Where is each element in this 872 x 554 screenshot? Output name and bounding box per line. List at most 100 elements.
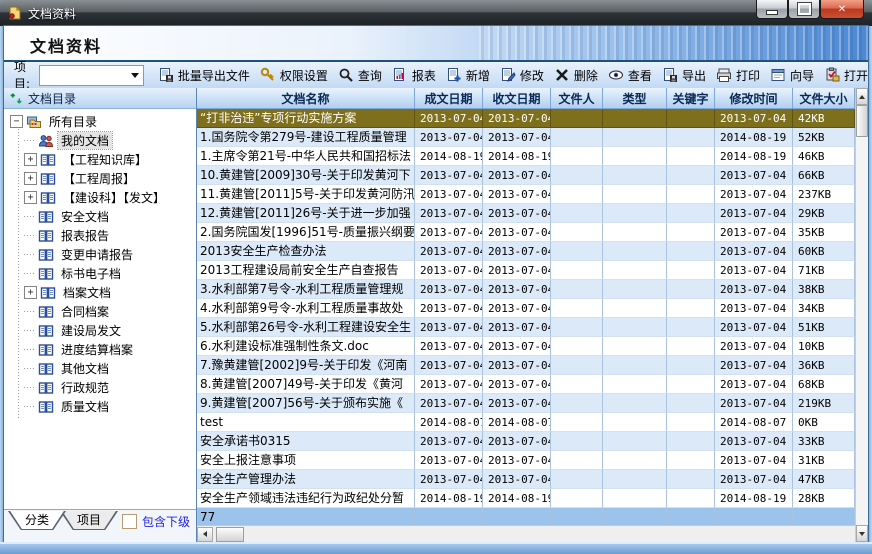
- toolbar-button-search[interactable]: 查询: [338, 67, 382, 84]
- table-row[interactable]: 4.水利部第9号令-水利工程质量事故处2013-07-042013-07-042…: [197, 299, 855, 318]
- tree-item[interactable]: 建设局发文: [4, 321, 196, 340]
- refresh-icon[interactable]: [10, 92, 23, 105]
- cell: [603, 280, 667, 299]
- table-row[interactable]: 2013工程建设局前安全生产自查报告2013-07-042013-07-0420…: [197, 261, 855, 280]
- sidebar-header: 文档目录: [4, 88, 196, 109]
- table-row[interactable]: test2014-08-072014-08-072014-08-070KB: [197, 413, 855, 432]
- column-header-1[interactable]: 成文日期: [415, 88, 483, 108]
- cell: [667, 223, 715, 242]
- cell: [551, 337, 603, 356]
- table-row[interactable]: 6.水利建设标准强制性条文.doc2013-07-042013-07-04201…: [197, 337, 855, 356]
- table-row[interactable]: 安全承诺书03152013-07-042013-07-042013-07-043…: [197, 432, 855, 451]
- table-row[interactable]: 2.国务院国发[1996]51号-质量振兴纲要2013-07-042013-07…: [197, 223, 855, 242]
- cell: [603, 356, 667, 375]
- tree-item[interactable]: +档案文档: [4, 283, 196, 302]
- minimize-button[interactable]: [756, 0, 788, 19]
- scroll-up-button[interactable]: [856, 88, 868, 105]
- tree-item[interactable]: 质量文档: [4, 397, 196, 416]
- table-row[interactable]: 7.豫黄建管[2002]9号-关于印发《河南2013-07-042013-07-…: [197, 356, 855, 375]
- tree-item[interactable]: 合同档案: [4, 302, 196, 321]
- toolbar-button-report[interactable]: 报表: [392, 67, 436, 84]
- view-icon: [608, 67, 624, 83]
- toolbar-button-open[interactable]: 打开: [824, 67, 868, 84]
- cell: [715, 508, 793, 525]
- table-row[interactable]: 2013安全生产检查办法2013-07-042013-07-042013-07-…: [197, 242, 855, 261]
- table-row[interactable]: 8.黄建管[2007]49号-关于印发《黄河2013-07-042013-07-…: [197, 375, 855, 394]
- column-header-0[interactable]: 文档名称: [197, 88, 415, 108]
- toolbar-button-wizard[interactable]: 向导: [770, 67, 814, 84]
- toolbar-button-print[interactable]: 打印: [716, 67, 760, 84]
- table-row[interactable]: 5.水利部第26号令-水利工程建设安全生2013-07-042013-07-04…: [197, 318, 855, 337]
- table-row[interactable]: 3.水利部第7号令-水利工程质量管理规2013-07-042013-07-042…: [197, 280, 855, 299]
- toolbar-button-label: 导出: [682, 67, 706, 84]
- tree-item[interactable]: 我的文档: [4, 131, 196, 150]
- tree-item-label: 质量文档: [58, 398, 112, 415]
- toolbar-button-label: 删除: [574, 67, 598, 84]
- scroll-down-button[interactable]: [856, 525, 868, 542]
- expand-icon[interactable]: +: [24, 172, 37, 185]
- tree-item[interactable]: 标书电子档: [4, 264, 196, 283]
- close-button[interactable]: ✕: [820, 0, 864, 19]
- cell: 2013-07-04: [483, 470, 551, 489]
- toolbar-button-delete[interactable]: 删除: [554, 67, 598, 84]
- table-row[interactable]: 安全生产领域违法违纪行为政纪处分暂2014-08-192014-08-19201…: [197, 489, 855, 508]
- column-header-6[interactable]: 修改时间: [715, 88, 793, 108]
- project-dropdown[interactable]: [39, 65, 144, 86]
- maximize-button[interactable]: [788, 0, 820, 19]
- expand-icon[interactable]: +: [24, 286, 37, 299]
- table-row[interactable]: 1.主席令第21号-中华人民共和国招标法2014-08-192014-08-19…: [197, 147, 855, 166]
- table-row[interactable]: 12.黄建管[2011]26号-关于进一步加强2013-07-042013-07…: [197, 204, 855, 223]
- cell: 2013-07-04: [715, 432, 793, 451]
- tab-category[interactable]: 分类: [8, 511, 66, 530]
- toolbar-button-batch-export[interactable]: 批量导出文件: [158, 67, 250, 84]
- table-row[interactable]: 1.国务院令第279号-建设工程质量管理2013-07-042013-07-04…: [197, 128, 855, 147]
- expand-icon[interactable]: +: [24, 153, 37, 166]
- cell: [603, 394, 667, 413]
- tree-item[interactable]: +【工程周报】: [4, 169, 196, 188]
- expand-icon[interactable]: +: [24, 191, 37, 204]
- column-header-2[interactable]: 收文日期: [483, 88, 551, 108]
- tab-project[interactable]: 项目: [60, 511, 118, 530]
- tree-item[interactable]: 报表报告: [4, 226, 196, 245]
- table-row[interactable]: 11.黄建管[2011]5号-关于印发黄河防汛2013-07-042013-07…: [197, 185, 855, 204]
- title-bar[interactable]: 文档资料 ✕: [0, 0, 872, 27]
- book-icon: [40, 285, 57, 300]
- toolbar-button-permission[interactable]: 权限设置: [260, 67, 328, 84]
- table-row[interactable]: 安全上报注意事项2013-07-042013-07-042013-07-0431…: [197, 451, 855, 470]
- scroll-left-button[interactable]: [197, 527, 213, 542]
- tree-item[interactable]: 安全文档: [4, 207, 196, 226]
- vertical-scrollbar[interactable]: [855, 88, 868, 542]
- tree-item[interactable]: 行政规范: [4, 378, 196, 397]
- vertical-scroll-track[interactable]: [856, 137, 868, 525]
- column-header-3[interactable]: 文件人: [551, 88, 603, 108]
- toolbar-button-export[interactable]: 导出: [662, 67, 706, 84]
- tree-item-label: 【建设科】【发文】: [60, 189, 168, 206]
- cell: 2013-07-04: [415, 166, 483, 185]
- table-row[interactable]: 安全生产管理办法2013-07-042013-07-042013-07-0447…: [197, 470, 855, 489]
- column-header-7[interactable]: 文件大小: [793, 88, 855, 108]
- tree-item[interactable]: 进度结算档案: [4, 340, 196, 359]
- tree-item[interactable]: + 【建设科】【发文】: [4, 188, 196, 207]
- table-row[interactable]: 10.黄建管[2009]30号-关于印发黄河下2013-07-042013-07…: [197, 166, 855, 185]
- toolbar-button-label: 查看: [628, 67, 652, 84]
- scroll-left-icon: [203, 531, 207, 537]
- cell: [603, 375, 667, 394]
- include-sub-checkbox[interactable]: [122, 514, 137, 529]
- column-header-4[interactable]: 类型: [603, 88, 667, 108]
- table-row[interactable]: 9.黄建管[2007]56号-关于颁布实施《2013-07-042013-07-…: [197, 394, 855, 413]
- horizontal-scroll-thumb[interactable]: [216, 527, 244, 542]
- tree-item[interactable]: 变更申请报告: [4, 245, 196, 264]
- collapse-icon[interactable]: −: [10, 115, 23, 128]
- tree-item[interactable]: 其他文档: [4, 359, 196, 378]
- tree-item[interactable]: −所有目录: [4, 112, 196, 131]
- table-row[interactable]: 77: [197, 508, 855, 525]
- toolbar-button-edit[interactable]: 修改: [500, 67, 544, 84]
- column-header-5[interactable]: 关键字: [667, 88, 715, 108]
- tree-item[interactable]: +【工程知识库】: [4, 150, 196, 169]
- vertical-scroll-thumb[interactable]: [856, 105, 868, 137]
- horizontal-scrollbar[interactable]: [197, 525, 855, 542]
- tree-branch-line: [24, 349, 35, 350]
- toolbar-button-view[interactable]: 查看: [608, 67, 652, 84]
- toolbar-button-add[interactable]: 新增: [446, 67, 490, 84]
- table-row[interactable]: “打非治违”专项行动实施方案2013-07-042013-07-042013-0…: [197, 109, 855, 128]
